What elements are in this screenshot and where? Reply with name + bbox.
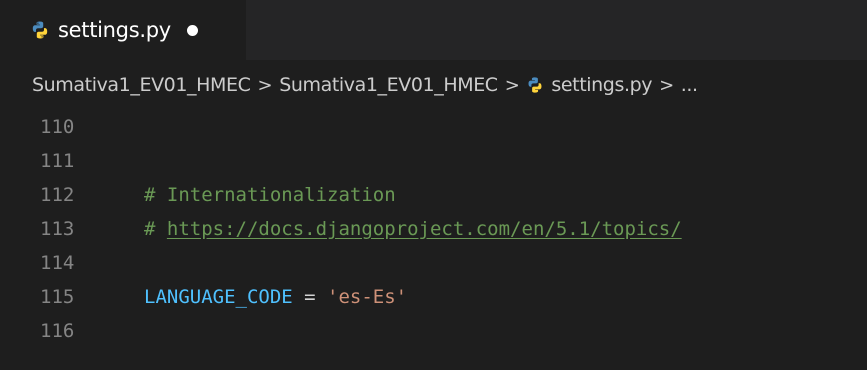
code-statement: LANGUAGE_CODE = 'es-Es' (144, 286, 407, 308)
python-icon (32, 21, 48, 39)
code-editor-window: settings.py Sumativa1_EV01_HMEC > Sumati… (0, 0, 867, 370)
setting-name: LANGUAGE_CODE (144, 286, 293, 308)
line-number: 114 (40, 252, 75, 274)
comment-hash: # (144, 218, 167, 240)
breadcrumb-item-file[interactable]: settings.py (551, 74, 652, 96)
tab-bar: settings.py (0, 0, 867, 60)
code-line: 111 (0, 144, 867, 178)
breadcrumb-item-project[interactable]: Sumativa1_EV01_HMEC (32, 74, 251, 96)
line-number: 113 (40, 218, 75, 240)
code-line: 113 # https://docs.djangoproject.com/en/… (0, 212, 867, 246)
code-line: 112 # Internationalization (0, 178, 867, 212)
line-number: 115 (40, 286, 75, 308)
python-icon (528, 77, 542, 93)
assignment-operator: = (292, 286, 328, 308)
breadcrumb-separator: > (504, 74, 520, 96)
tab-settings-py[interactable]: settings.py (0, 0, 246, 60)
code-line: 116 (0, 314, 867, 348)
breadcrumb-separator: > (659, 74, 674, 96)
unsaved-changes-dot-icon[interactable] (186, 24, 198, 36)
tab-label: settings.py (58, 18, 171, 42)
comment-hash: # (144, 184, 167, 206)
comment-text: Internationalization (166, 184, 396, 206)
breadcrumb-separator: > (257, 74, 273, 96)
line-number: 110 (40, 116, 75, 138)
code-line: 115 LANGUAGE_CODE = 'es-Es' (0, 280, 867, 314)
line-number: 112 (40, 184, 75, 206)
code-comment: # https://docs.djangoproject.com/en/5.1/… (144, 218, 682, 240)
setting-value: 'es-Es' (327, 286, 408, 308)
code-line: 114 (0, 246, 867, 280)
code-editor[interactable]: 110 111 112 # Internationalization 113 #… (0, 110, 867, 370)
breadcrumb-item-symbols[interactable]: ... (681, 74, 698, 96)
breadcrumb-item-folder[interactable]: Sumativa1_EV01_HMEC (279, 74, 498, 96)
code-comment: # Internationalization (144, 184, 396, 206)
line-number: 111 (40, 150, 75, 172)
code-line: 110 (0, 110, 867, 144)
docs-link[interactable]: https://docs.djangoproject.com/en/5.1/to… (167, 218, 682, 240)
line-number: 116 (40, 320, 75, 342)
breadcrumb: Sumativa1_EV01_HMEC > Sumativa1_EV01_HME… (0, 60, 867, 110)
